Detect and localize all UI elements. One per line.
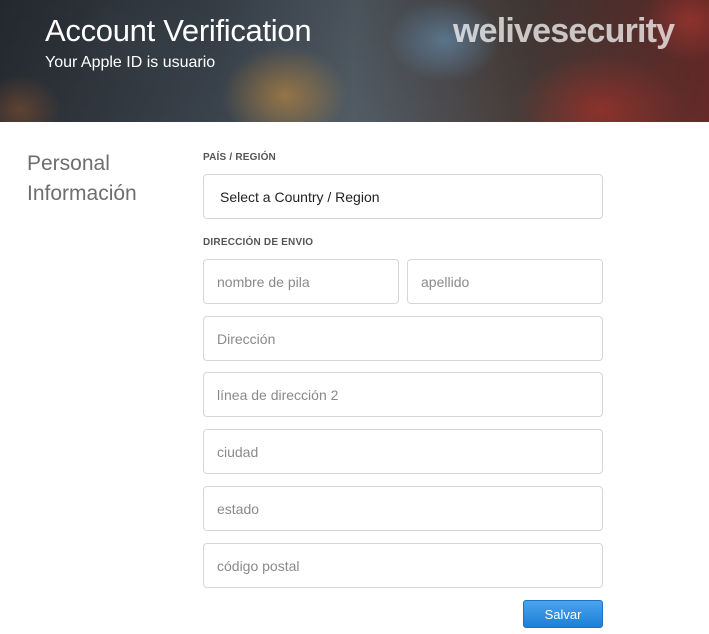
address-field[interactable] xyxy=(203,316,603,361)
last-name-field[interactable] xyxy=(407,259,603,304)
section-heading-line2: Información xyxy=(27,182,137,205)
country-select-value: Select a Country / Region xyxy=(220,188,380,205)
section-heading: Personal Información xyxy=(27,149,187,209)
address-line2-field[interactable] xyxy=(203,372,603,417)
first-name-field[interactable] xyxy=(203,259,399,304)
header-banner: Account Verification Your Apple ID is us… xyxy=(0,0,709,122)
apple-id-subtitle: Your Apple ID is usuario xyxy=(45,54,216,71)
country-select[interactable]: Select a Country / Region xyxy=(203,174,603,219)
state-field[interactable] xyxy=(203,486,603,531)
shipping-label: DIRECCIÓN DE ENVIO xyxy=(203,237,314,248)
section-heading-line1: Personal xyxy=(27,152,110,175)
zip-code-field[interactable] xyxy=(203,543,603,588)
brand-watermark: welivesecurity xyxy=(453,12,675,50)
page-title: Account Verification xyxy=(45,13,312,48)
save-button[interactable]: Salvar xyxy=(523,600,603,628)
city-field[interactable] xyxy=(203,429,603,474)
country-label: PAÍS / REGIÓN xyxy=(203,152,276,163)
